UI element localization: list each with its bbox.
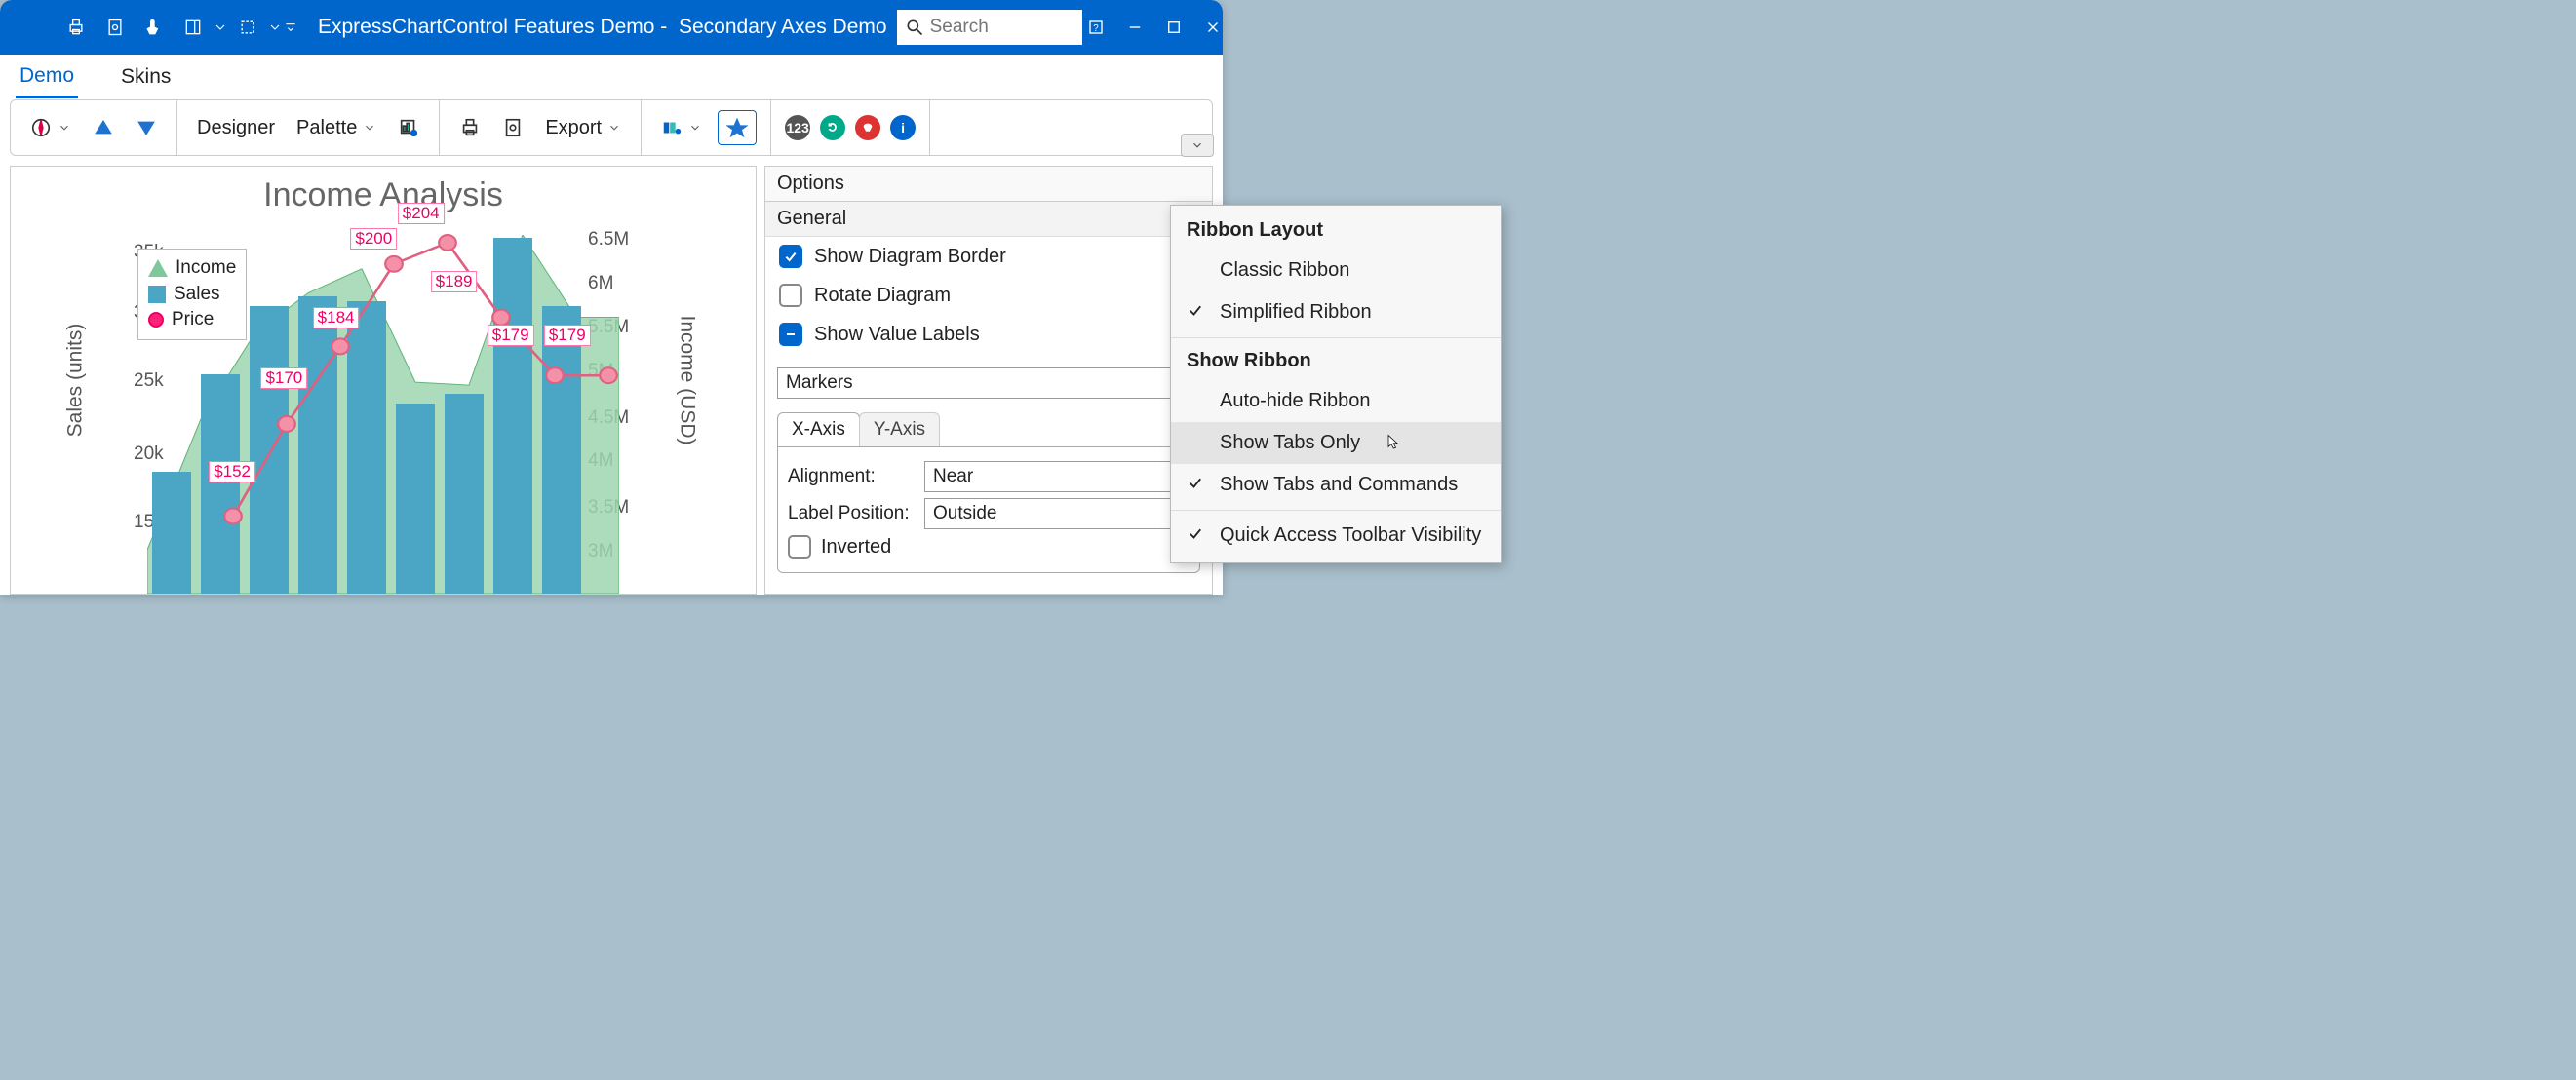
legend-price-icon [148,312,164,328]
cm-simplified-ribbon[interactable]: Simplified Ribbon [1171,291,1501,333]
svg-text:?: ? [1093,23,1099,34]
close-button[interactable] [1199,14,1227,41]
general-section: General [765,202,1212,237]
down-arrow-button[interactable] [130,113,163,142]
maximize-button[interactable] [1160,14,1188,41]
chevron-down-icon[interactable] [213,10,228,45]
cm-qat-visibility[interactable]: Quick Access Toolbar Visibility [1171,515,1501,557]
up-arrow-button[interactable] [87,113,120,142]
cursor-icon [1386,434,1403,451]
y-left-axis-label: Sales (units) [63,324,87,438]
layout-icon[interactable] [174,10,213,45]
legend-income-icon [148,259,168,277]
checkbox-show-value-labels[interactable] [779,323,802,346]
tab-demo[interactable]: Demo [16,57,78,98]
touch-mode-icon[interactable] [135,10,174,45]
alignment-label: Alignment: [788,466,915,487]
ribbon-context-menu: Ribbon Layout Classic Ribbon Simplified … [1170,205,1502,563]
options-panel: Options General Show Diagram Border Rota… [764,166,1213,595]
cm-show-tabs-commands[interactable]: Show Tabs and Commands [1171,464,1501,506]
chart-panel: Income Analysis Income Sales Price Sales… [10,166,757,595]
options-header: Options [765,167,1212,202]
print-preview-icon[interactable] [96,10,135,45]
palette-button[interactable]: Palette [291,113,382,143]
info-icon[interactable]: i [890,115,916,140]
ribbon: Designer Palette Export 123 i [10,99,1213,156]
badge-123-icon[interactable]: 123 [785,115,810,140]
label-rotate: Rotate Diagram [814,285,951,307]
checkbox-rotate[interactable] [779,284,802,307]
label-position-combo[interactable]: Outside [924,498,1190,529]
window-controls: ? [1082,14,1234,41]
cm-autohide[interactable]: Auto-hide Ribbon [1171,380,1501,422]
compass-button[interactable] [24,113,77,142]
label-position-label: Label Position: [788,503,915,524]
chart-title: Income Analysis [11,176,756,214]
cm-show-tabs-only[interactable]: Show Tabs Only [1171,422,1501,464]
qat-customize-icon[interactable] [283,10,298,45]
chart-settings-icon[interactable] [392,113,425,142]
favorite-button[interactable] [718,110,757,145]
print-icon[interactable] [57,10,96,45]
theme-colors-button[interactable] [655,113,708,142]
axis-options: Alignment: Near Label Position: Outside [777,446,1200,573]
cm-header-layout: Ribbon Layout [1171,212,1501,250]
label-show-value-labels: Show Value Labels [814,324,980,346]
tab-y-axis[interactable]: Y-Axis [859,412,940,446]
cm-header-show: Show Ribbon [1171,342,1501,380]
ribbon-tabs: Demo Skins [0,55,1223,99]
check-icon [1187,301,1204,325]
ribbon-options-button[interactable] [1181,134,1214,157]
selection-icon[interactable] [228,10,267,45]
cm-classic-ribbon[interactable]: Classic Ribbon [1171,250,1501,291]
app-title: ExpressChartControl Features Demo - Seco… [318,16,887,39]
export-button[interactable]: Export [539,113,627,143]
alignment-combo[interactable]: Near [924,461,1190,492]
label-inverted: Inverted [821,536,891,559]
search-icon [905,18,924,37]
check-icon [1187,524,1204,548]
label-show-border: Show Diagram Border [814,246,1006,268]
chevron-down-icon[interactable] [267,10,283,45]
markers-combo[interactable]: Markers [777,367,1200,399]
chart-legend: Income Sales Price [137,249,247,340]
legend-sales-icon [148,286,166,303]
search-input[interactable] [928,16,1074,39]
preview-button[interactable] [496,113,529,142]
tab-x-axis[interactable]: X-Axis [777,412,860,446]
titlebar: ExpressChartControl Features Demo - Seco… [0,0,1223,55]
search-box[interactable] [897,10,1082,45]
tab-skins[interactable]: Skins [117,58,175,96]
print-button[interactable] [453,113,487,142]
badge-green-icon[interactable] [820,115,845,140]
badge-red-icon[interactable] [855,115,880,140]
designer-button[interactable]: Designer [191,113,281,143]
check-icon [1187,474,1204,497]
y-right-axis-label: Income (USD) [675,315,698,444]
checkbox-show-border[interactable] [779,245,802,268]
minimize-button[interactable] [1121,14,1149,41]
quick-access-toolbar [8,10,298,45]
help-icon[interactable]: ? [1082,14,1110,41]
checkbox-inverted[interactable] [788,535,811,559]
